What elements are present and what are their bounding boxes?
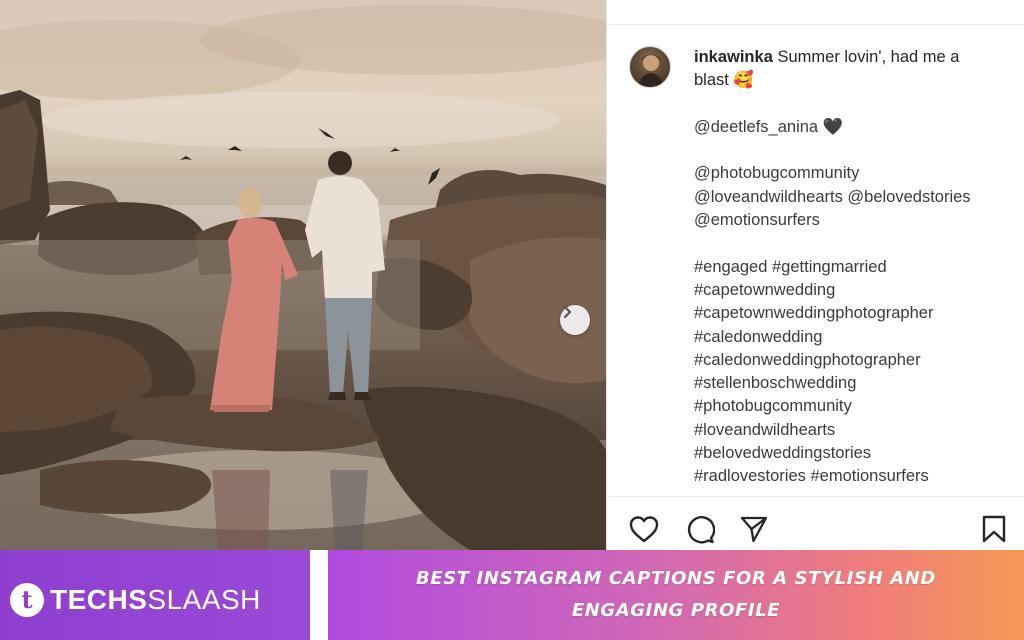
mention-link[interactable]: @emotionsurfers	[694, 209, 1012, 232]
beach-couple-photo	[0, 5, 606, 550]
hashtag-link[interactable]: #radlovestories #emotionsurfers	[694, 465, 1012, 488]
hashtag-link[interactable]: #engaged #gettingmarried	[694, 256, 1012, 279]
avatar-image	[638, 54, 664, 87]
post-photo[interactable]	[0, 0, 606, 550]
article-headline: BEST INSTAGRAM CAPTIONS FOR A STYLISH AN…	[416, 568, 936, 621]
comment-button[interactable]	[683, 512, 717, 546]
heart-outline-icon	[629, 516, 659, 543]
hashtag-link[interactable]: #caledonweddingphotographer	[694, 349, 1012, 372]
banner-divider	[310, 550, 328, 640]
hashtag-link[interactable]: #belovedweddingstories	[694, 442, 1012, 465]
mention-link[interactable]: @loveandwildhearts @belovedstories	[694, 186, 1012, 209]
save-button[interactable]	[977, 512, 1011, 546]
paper-plane-icon	[740, 516, 768, 543]
hashtag-link[interactable]: #caledonwedding	[694, 326, 1012, 349]
hashtag-link[interactable]: #capetownweddingphotographer	[694, 302, 1012, 325]
brand-logo-icon: t	[10, 583, 44, 617]
username-link[interactable]: inkawinka	[694, 48, 773, 66]
hashtag-link[interactable]: #loveandwildhearts	[694, 419, 1012, 442]
chevron-right-icon	[563, 305, 572, 319]
divider	[607, 496, 1024, 497]
headline-block: BEST INSTAGRAM CAPTIONS FOR A STYLISH AN…	[328, 550, 1024, 640]
post-detail-panel: inkawinka Summer lovin', had me a blast …	[606, 0, 1024, 550]
carousel-next-button[interactable]	[560, 305, 590, 335]
comment-bubble-icon	[687, 516, 715, 544]
post-actions	[627, 512, 1017, 546]
hashtag-link[interactable]: #stellenboschwedding	[694, 372, 1012, 395]
heart-emoji: 🖤	[822, 117, 844, 136]
share-button[interactable]	[737, 512, 771, 546]
brand-block[interactable]: t TECHSSLAASH	[0, 550, 310, 640]
caption-text: Summer lovin', had me a	[777, 48, 960, 66]
mention-link[interactable]: @deetlefs_anina	[694, 118, 818, 136]
caption-text: blast 🥰	[694, 71, 754, 90]
brand-name-light: SLAASH	[147, 584, 261, 615]
avatar[interactable]	[629, 46, 671, 88]
bookmark-icon	[982, 515, 1006, 543]
post-caption: inkawinka Summer lovin', had me a blast …	[694, 46, 1012, 489]
article-banner: t TECHSSLAASH BEST INSTAGRAM CAPTIONS FO…	[0, 550, 1024, 640]
brand-name-bold: TECHS	[50, 584, 148, 615]
hashtag-link[interactable]: #photobugcommunity	[694, 395, 1012, 418]
like-button[interactable]	[627, 512, 661, 546]
hashtag-link[interactable]: #capetownwedding	[694, 279, 1012, 302]
brand-name: TECHSSLAASH	[50, 583, 261, 617]
mention-link[interactable]: @photobugcommunity	[694, 162, 1012, 185]
divider	[607, 24, 1024, 25]
